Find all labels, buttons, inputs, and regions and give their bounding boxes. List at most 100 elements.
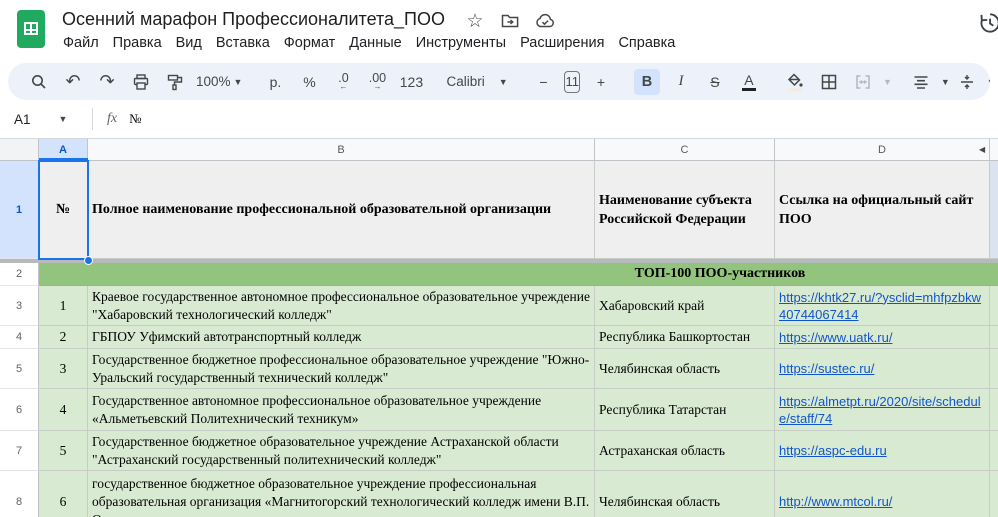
cell-region[interactable]: Республика Башкортостан	[595, 326, 775, 349]
cell-region[interactable]: Республика Татарстан	[595, 389, 775, 431]
search-icon[interactable]	[26, 69, 52, 95]
cell-region[interactable]: Челябинская область	[595, 349, 775, 389]
cell-link[interactable]: http://www.mtcol.ru/	[775, 471, 990, 517]
column-header-d[interactable]: D	[775, 139, 990, 160]
row-header-8[interactable]: 8	[0, 471, 39, 517]
column-header-c[interactable]: C	[595, 139, 775, 160]
strikethrough-button[interactable]: S	[702, 69, 728, 95]
cell-link[interactable]: https://aspc-edu.ru	[775, 431, 990, 471]
version-history-icon[interactable]	[976, 10, 998, 36]
cell-region[interactable]: Челябинская область	[595, 471, 775, 517]
cell-org-name[interactable]: Государственное автономное профессиональ…	[88, 389, 595, 431]
horizontal-align-icon[interactable]	[908, 69, 934, 95]
move-folder-icon[interactable]	[499, 10, 521, 32]
cell-b1[interactable]: Полное наименование профессиональной обр…	[88, 161, 595, 259]
website-link[interactable]: https://khtk27.ru/?ysclid=mhfpzbkw407440…	[779, 289, 985, 323]
cell-org-name[interactable]: Государственное бюджетное профессиональн…	[88, 349, 595, 389]
cell-sliver	[990, 471, 998, 517]
website-link[interactable]: https://sustec.ru/	[779, 360, 874, 377]
undo-icon[interactable]: ↶	[60, 69, 86, 95]
select-all-corner[interactable]	[0, 139, 39, 160]
vertical-align-caret[interactable]: ▼	[987, 77, 990, 87]
cell-number[interactable]: 3	[39, 349, 88, 389]
website-link[interactable]: http://www.mtcol.ru/	[779, 493, 892, 510]
bold-button[interactable]: B	[634, 69, 660, 95]
cell-number[interactable]: 5	[39, 431, 88, 471]
cell-org-name[interactable]: ГБПОУ Уфимский автотранспортный колледж	[88, 326, 595, 349]
italic-button[interactable]: I	[668, 69, 694, 95]
print-icon[interactable]	[128, 69, 154, 95]
cell-a1[interactable]: №	[39, 161, 88, 259]
sheet-row-6: 64Государственное автономное профессиона…	[0, 389, 998, 431]
menu-item-1[interactable]: Правка	[106, 32, 169, 54]
sheets-logo-icon[interactable]	[17, 10, 45, 48]
fill-color-icon[interactable]	[782, 69, 808, 95]
website-link[interactable]: https://aspc-edu.ru	[779, 442, 887, 459]
column-header-b[interactable]: B	[88, 139, 595, 160]
star-icon[interactable]: ☆	[464, 10, 486, 32]
format-currency-button[interactable]: р.	[262, 69, 288, 95]
banner-row: 2 ТОП-100 ПОО-участников	[0, 263, 998, 286]
cloud-saved-icon[interactable]	[534, 10, 556, 32]
cell-link[interactable]: https://sustec.ru/	[775, 349, 990, 389]
menu-item-8[interactable]: Справка	[611, 32, 682, 54]
cell-d1[interactable]: Ссылка на официальный сайт ПОО	[775, 161, 990, 259]
format-percent-button[interactable]: %	[296, 69, 322, 95]
website-link[interactable]: https://almetpt.ru/2020/site/schedule/st…	[779, 393, 985, 427]
cell-number[interactable]: 6	[39, 471, 88, 517]
cell-e1-sliver	[990, 161, 998, 259]
row-header-2[interactable]: 2	[0, 263, 39, 286]
formula-input[interactable]: №	[129, 111, 141, 127]
menu-item-2[interactable]: Вид	[169, 32, 209, 54]
font-select[interactable]: Calibri▼	[446, 74, 508, 89]
sheet-row-5: 53Государственное бюджетное профессионал…	[0, 349, 998, 389]
website-link[interactable]: https://www.uatk.ru/	[779, 329, 892, 346]
menu-item-5[interactable]: Данные	[342, 32, 408, 54]
cell-org-name[interactable]: Краевое государственное автономное профе…	[88, 286, 595, 326]
column-header-sliver	[990, 139, 998, 160]
cell-link[interactable]: https://almetpt.ru/2020/site/schedule/st…	[775, 389, 990, 431]
font-size-input[interactable]: 11	[564, 71, 580, 93]
menu-item-3[interactable]: Вставка	[209, 32, 277, 54]
increase-decimal-button[interactable]: .00→	[364, 69, 390, 95]
decrease-decimal-button[interactable]: .0←	[330, 69, 356, 95]
fx-icon: fx	[107, 111, 117, 127]
more-formats-button[interactable]: 123	[398, 69, 424, 95]
row-header-3[interactable]: 3	[0, 286, 39, 326]
row-header-4[interactable]: 4	[0, 326, 39, 349]
cell-region[interactable]: Астраханская область	[595, 431, 775, 471]
text-color-button[interactable]: A	[736, 69, 762, 95]
menu-item-4[interactable]: Формат	[277, 32, 343, 54]
cell-link[interactable]: https://khtk27.ru/?ysclid=mhfpzbkw407440…	[775, 286, 990, 326]
row-header-7[interactable]: 7	[0, 431, 39, 471]
cell-number[interactable]: 1	[39, 286, 88, 326]
cell-number[interactable]: 4	[39, 389, 88, 431]
redo-icon[interactable]: ↷	[94, 69, 120, 95]
cell-org-name[interactable]: Государственное бюджетное образовательно…	[88, 431, 595, 471]
menu-item-6[interactable]: Инструменты	[409, 32, 513, 54]
cell-org-name[interactable]: государственное бюджетное образовательно…	[88, 471, 595, 517]
menu-bar: ФайлПравкаВидВставкаФорматДанныеИнструме…	[56, 32, 682, 54]
zoom-select[interactable]: 100%▼	[196, 74, 242, 89]
merge-cells-caret: ▼	[883, 77, 892, 87]
borders-icon[interactable]	[816, 69, 842, 95]
hidden-columns-icon[interactable]: ◀	[979, 145, 985, 154]
cell-region[interactable]: Хабаровский край	[595, 286, 775, 326]
row-header-1[interactable]: 1	[0, 161, 39, 259]
row-header-6[interactable]: 6	[0, 389, 39, 431]
name-box[interactable]: A1▼	[0, 112, 92, 127]
column-header-a[interactable]: A	[39, 139, 88, 160]
document-title[interactable]: Осенний марафон Профессионалитета_ПОО	[62, 9, 445, 30]
cell-number[interactable]: 2	[39, 326, 88, 349]
banner-cell[interactable]: ТОП-100 ПОО-участников	[39, 263, 998, 286]
paint-format-icon[interactable]	[162, 69, 188, 95]
decrease-font-size-button[interactable]: −	[530, 69, 556, 95]
horizontal-align-caret[interactable]: ▼	[941, 77, 950, 87]
menu-item-7[interactable]: Расширения	[513, 32, 611, 54]
menu-item-0[interactable]: Файл	[56, 32, 106, 54]
vertical-align-icon[interactable]	[954, 69, 980, 95]
cell-link[interactable]: https://www.uatk.ru/	[775, 326, 990, 349]
cell-c1[interactable]: Наименование субъекта Российской Федерац…	[595, 161, 775, 259]
increase-font-size-button[interactable]: +	[588, 69, 614, 95]
row-header-5[interactable]: 5	[0, 349, 39, 389]
